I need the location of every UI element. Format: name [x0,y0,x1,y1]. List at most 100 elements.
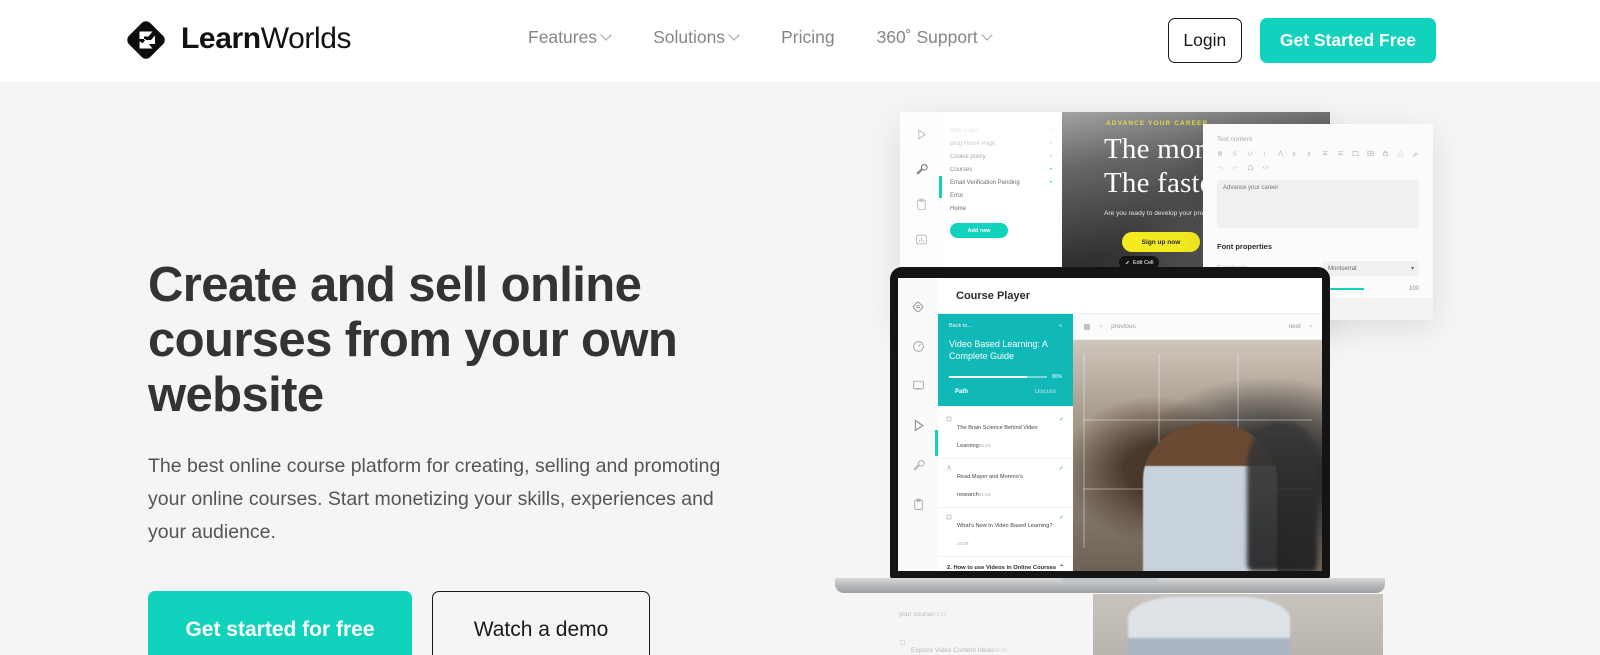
logo[interactable]: LearnWorlds [122,16,352,64]
nav-item-360-support[interactable]: 360˚ Support [877,27,992,48]
builder-page-item[interactable]: Blog Home Page • [950,137,1052,150]
subscript-icon[interactable] [1307,150,1314,157]
page-label: Error [950,192,964,199]
hero-cta-group: Get started for free Watch a demo [148,591,788,655]
previous-label[interactable]: previous [1111,323,1136,330]
progress-fill [949,375,1028,378]
nav-item-features[interactable]: Features [528,27,611,48]
lesson-section-header[interactable]: 2. How to use Videos in Online Courses ⌃ [938,557,1073,571]
builder-page-item[interactable]: After Login • [950,124,1052,137]
superscript-icon[interactable] [1292,150,1299,157]
text-content-textarea[interactable]: Advance your career [1217,180,1419,228]
add-new-page-button[interactable]: Add new [950,223,1008,238]
login-button[interactable]: Login [1167,18,1242,63]
page-label: Home [950,205,967,212]
underline-icon[interactable]: U [1247,150,1254,157]
svg-text:I: I [1264,152,1266,157]
logo-text-bold: Learn [181,22,261,55]
code-icon[interactable] [1262,164,1269,171]
nav-label: Solutions [653,27,726,47]
get-started-for-free-button[interactable]: Get started for free [148,591,412,655]
wrench-icon[interactable] [912,459,925,472]
lock-icon[interactable] [1382,150,1389,157]
back-label: Back to... [949,323,972,329]
text-color-icon[interactable] [1277,150,1284,157]
lesson-title: The Brain Science Behind Video Learning [957,424,1038,449]
clipboard-icon[interactable] [912,498,925,511]
watch-a-demo-button[interactable]: Watch a demo [432,591,650,655]
next-chevron-icon[interactable]: › [1310,323,1312,330]
next-label[interactable]: next [1289,323,1301,330]
tab-path[interactable]: Path [955,389,968,395]
reflection-lesson-duration: 01:53 [932,612,947,618]
builder-page-item[interactable]: Home [950,202,1052,215]
svg-text:S: S [1233,152,1237,157]
lesson-item[interactable]: Read Mayer and Moreno's research01:53 ✓ [938,459,1073,508]
laptop-notch [1087,270,1133,275]
lesson-title: What's New In Video Based Learning? [957,522,1053,529]
builder-page-item[interactable]: Cookie policy • [950,150,1052,163]
lesson-item[interactable]: What's New In Video Based Learning? 04:08… [938,508,1073,557]
course-player-app: Course Player Back to... « Video Based L… [898,278,1322,571]
lesson-item[interactable]: The Brain Science Behind Video Learning0… [938,410,1073,459]
warning-icon[interactable] [1397,150,1404,157]
lesson-duration: 00:24 [978,442,991,448]
reflection-lesson-list: your course01:53 Explore Video Content I… [895,594,1095,655]
undo-icon[interactable] [1217,164,1224,171]
course-title: Video Based Learning: A Complete Guide [949,339,1048,361]
video-toolbar: ‹ previous next › [1073,314,1322,340]
tab-discuss[interactable]: Discuss [1035,389,1056,395]
italic-icon[interactable]: I [1262,150,1269,157]
player-main: Course Player Back to... « Video Based L… [938,278,1322,571]
nav-label: Pricing [781,27,835,47]
strikethrough-icon[interactable]: S [1232,150,1239,157]
dashboard-gauge-icon[interactable] [912,340,925,353]
play-icon[interactable] [911,418,926,433]
player-icon-rail [898,278,938,571]
progress-track [949,375,1047,378]
nav-item-pricing[interactable]: Pricing [781,27,835,48]
status-dot: • [1049,127,1052,134]
home-icon[interactable] [1247,164,1254,171]
page-label: Courses [950,166,973,173]
site-header: LearnWorlds Features Solutions Pricing 3… [0,0,1600,82]
laptop-screen: Course Player Back to... « Video Based L… [898,278,1322,571]
align-left-icon[interactable] [1322,150,1329,157]
header-actions: Login Get Started Free [1167,18,1436,63]
builder-page-item[interactable]: Error [950,189,1052,202]
chevron-down-icon [730,31,739,40]
back-link[interactable]: Back to... « [949,323,1062,329]
collapse-icon[interactable]: « [1059,323,1062,329]
reflection-lesson-duration: 04:08 [993,648,1008,654]
builder-page-item[interactable]: Courses • [950,163,1052,176]
course-progress: 80% [949,374,1062,380]
check-icon: ✓ [1058,514,1064,521]
brush-icon[interactable] [1412,150,1419,157]
banner-kicker: ADVANCE YOUR CAREER [1106,120,1209,127]
play-icon [917,129,926,140]
banner-signup-button[interactable]: Sign up now [1122,232,1200,252]
landing-page: LearnWorlds Features Solutions Pricing 3… [0,0,1600,655]
presentation-icon[interactable] [912,379,925,392]
previous-chevron-icon[interactable]: ‹ [1100,323,1102,330]
shelf-line [1082,353,1085,548]
table-icon[interactable] [1367,150,1374,157]
nav-item-solutions[interactable]: Solutions [653,27,739,48]
bold-icon[interactable]: B [1217,150,1224,157]
video-frame[interactable] [1073,340,1322,571]
nav-label: Features [528,27,598,47]
builder-page-item[interactable]: Email Verification Pending • [950,176,1052,189]
lesson-list: The Brain Science Behind Video Learning0… [938,406,1073,571]
image-icon[interactable] [1352,150,1359,157]
book-icon [899,639,906,646]
align-center-icon[interactable] [1337,150,1344,157]
redo-icon[interactable] [1232,164,1239,171]
chevron-down-icon [983,31,992,40]
hamburger-menu-icon[interactable] [1083,323,1091,331]
hero-illustration: After Login • Blog Home Page • Cookie poli… [780,82,1600,655]
get-started-free-button[interactable]: Get Started Free [1259,18,1436,63]
player-body: Back to... « Video Based Learning: A Com… [938,314,1322,571]
clipboard-icon [916,198,926,210]
course-card: Back to... « Video Based Learning: A Com… [938,314,1073,406]
video-area: ‹ previous next › [1073,314,1322,571]
